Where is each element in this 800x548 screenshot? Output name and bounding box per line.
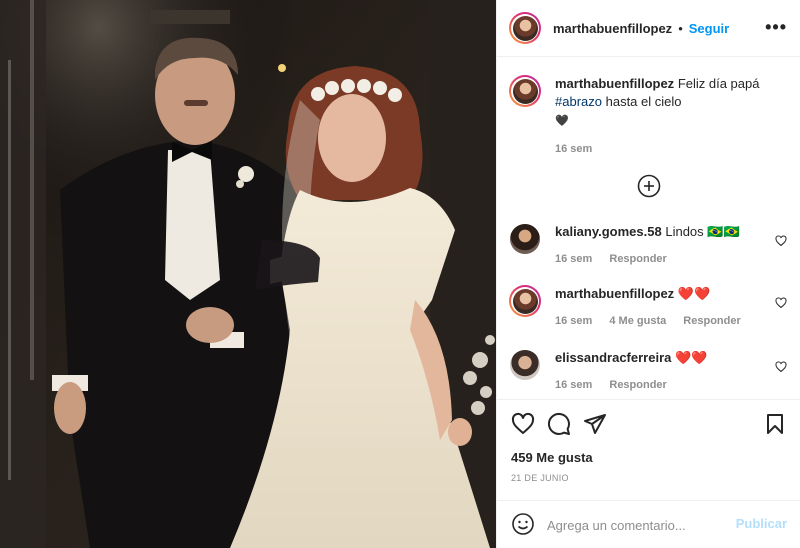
- post-side-panel: marthabuenfillopez • Seguir ••• marthabu…: [496, 0, 800, 548]
- comment-text: ❤️❤️: [674, 350, 708, 365]
- comment-item: elissandracferreira ❤️❤️ 16 sem Responde…: [509, 349, 791, 399]
- author-username[interactable]: marthabuenfillopez: [553, 21, 672, 36]
- post-date[interactable]: 21 DE JUNIO: [511, 473, 569, 483]
- comment-username[interactable]: elissandracferreira: [555, 350, 671, 365]
- instagram-post-modal: marthabuenfillopez • Seguir ••• marthabu…: [0, 0, 800, 548]
- post-actions: 459 Me gusta 21 DE JUNIO: [497, 399, 800, 510]
- follow-button[interactable]: Seguir: [689, 21, 729, 36]
- comment-body: elissandracferreira ❤️❤️ 16 sem Responde…: [555, 349, 765, 394]
- more-options-icon[interactable]: •••: [765, 17, 787, 37]
- post-header: marthabuenfillopez • Seguir •••: [497, 0, 800, 57]
- caption-hashtag[interactable]: #abrazo: [555, 94, 602, 109]
- separator-dot: •: [678, 20, 683, 36]
- wedding-photo-illustration: [0, 0, 496, 548]
- comment-likes-count[interactable]: 4 Me gusta: [609, 315, 666, 327]
- load-more-comments-icon[interactable]: [636, 173, 662, 199]
- comment-time[interactable]: 16 sem: [555, 315, 592, 327]
- reply-button[interactable]: Responder: [683, 315, 740, 327]
- caption-heart-emoji: 🖤: [555, 115, 569, 127]
- caption-text: Feliz día papá: [677, 76, 760, 91]
- comment-like-heart-icon[interactable]: [775, 235, 787, 247]
- comment-body: marthabuenfillopez ❤️❤️ 16 sem 4 Me gust…: [555, 285, 765, 330]
- comments-scroll-area[interactable]: marthabuenfillopez Feliz día papá #abraz…: [497, 57, 800, 399]
- comment-like-heart-icon[interactable]: [775, 297, 787, 309]
- caption-username[interactable]: marthabuenfillopez: [555, 76, 674, 91]
- comment-text: Lindos 🇧🇷🇧🇷: [665, 224, 740, 239]
- comment-username[interactable]: marthabuenfillopez: [555, 286, 674, 301]
- comment-avatar[interactable]: [509, 349, 541, 381]
- comment-username[interactable]: kaliany.gomes.58: [555, 224, 662, 239]
- comment-body: kaliany.gomes.58 Lindos 🇧🇷🇧🇷 16 sem Resp…: [555, 223, 765, 268]
- comment-time[interactable]: 16 sem: [555, 379, 592, 391]
- publish-button[interactable]: Publicar: [736, 516, 787, 531]
- emoji-icon[interactable]: [511, 512, 535, 536]
- comment-bubble-icon[interactable]: [547, 412, 571, 436]
- author-avatar[interactable]: [509, 12, 541, 44]
- caption-text-after: hasta el cielo: [605, 94, 682, 109]
- comment-composer: Publicar: [497, 500, 800, 548]
- comment-item: marthabuenfillopez ❤️❤️ 16 sem 4 Me gust…: [509, 285, 791, 335]
- comment-avatar[interactable]: [509, 223, 541, 255]
- reply-button[interactable]: Responder: [609, 379, 666, 391]
- post-photo[interactable]: [0, 0, 496, 548]
- caption: marthabuenfillopez Feliz día papá #abraz…: [509, 75, 791, 175]
- comment-item: kaliany.gomes.58 Lindos 🇧🇷🇧🇷 16 sem Resp…: [509, 223, 791, 273]
- comment-time[interactable]: 16 sem: [555, 253, 592, 265]
- likes-count[interactable]: 459 Me gusta: [511, 450, 593, 465]
- comment-avatar[interactable]: [509, 285, 541, 317]
- comment-text: ❤️❤️: [677, 286, 711, 301]
- comment-like-heart-icon[interactable]: [775, 361, 787, 373]
- reply-button[interactable]: Responder: [609, 253, 666, 265]
- caption-time[interactable]: 16 sem: [555, 143, 592, 155]
- caption-body: marthabuenfillopez Feliz día papá #abraz…: [555, 75, 795, 158]
- save-bookmark-icon[interactable]: [763, 412, 787, 436]
- share-paper-plane-icon[interactable]: [583, 412, 607, 436]
- like-heart-icon[interactable]: [511, 412, 535, 436]
- comment-input[interactable]: [547, 515, 727, 535]
- caption-avatar[interactable]: [509, 75, 541, 107]
